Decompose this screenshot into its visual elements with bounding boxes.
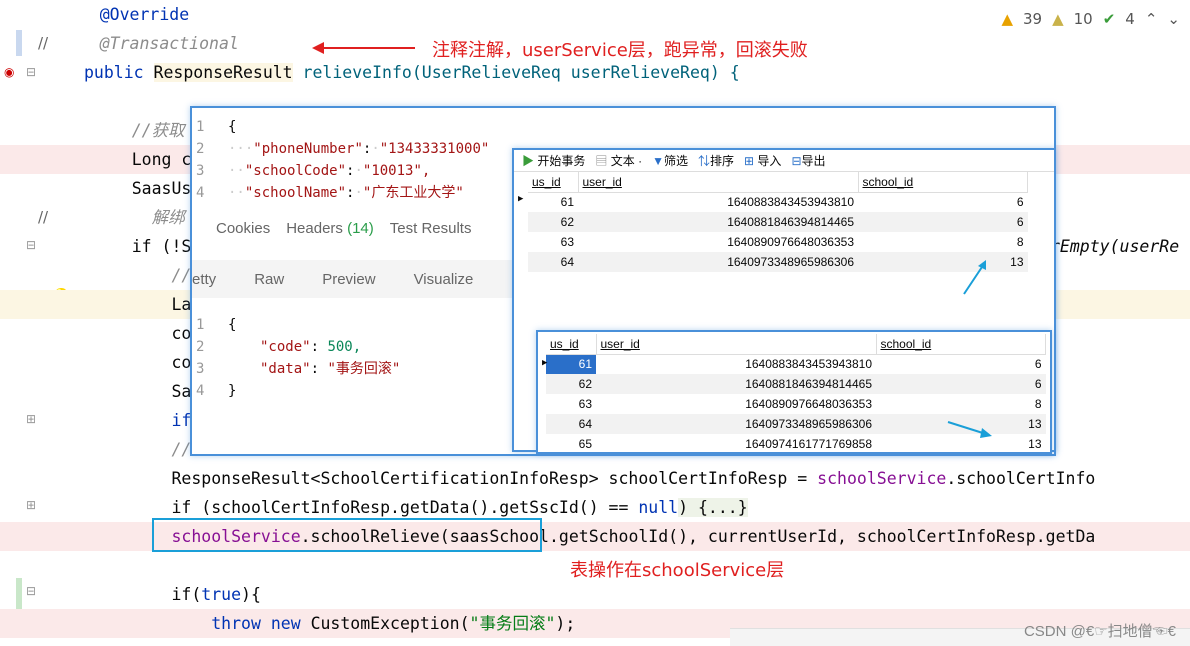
tab-visualize[interactable]: Visualize (414, 271, 474, 288)
annotation-top: 注释注解，userService层，跑异常，回滚失败 (432, 40, 808, 61)
blue-arrow-icon (947, 421, 992, 438)
row-pointer-icon: ▶ (542, 358, 548, 368)
column-header[interactable]: user_id (578, 172, 859, 193)
tab-preview[interactable]: Preview (322, 271, 375, 288)
code-fragment: rEmpty(userRe (1050, 237, 1180, 256)
tab-test-results[interactable]: Test Results (390, 220, 472, 237)
tab-cookies[interactable]: Cookies (216, 220, 270, 237)
column-header[interactable]: us_id (528, 172, 579, 193)
table-row[interactable]: 61 1640883843453943810 6 (546, 354, 1046, 374)
error-icon: ▲ (1001, 10, 1013, 28)
code-line: if(true){ (92, 585, 261, 604)
db-table-bottom: us_id user_id school_id 61 1640883843453943… (536, 330, 1052, 454)
table-row[interactable]: 61 1640883843453943810 6 (528, 192, 1028, 212)
table-row[interactable]: 62 1640881846394814465 6 (546, 374, 1046, 394)
line-comment-mark: // (38, 34, 49, 52)
error-count: 39 (1022, 10, 1043, 28)
ok-count: 4 (1125, 10, 1135, 28)
fold-icon[interactable]: ⊞ (26, 412, 36, 426)
sort-button[interactable]: ⇅排序 (698, 152, 734, 169)
highlight-box (152, 518, 542, 552)
row-pointer-icon: ▶ (518, 194, 524, 204)
red-arrow-icon (312, 42, 415, 54)
filter-button[interactable]: ▼筛选 (652, 152, 688, 169)
warning-icon: ▲ (1052, 10, 1064, 28)
request-body: 1{ 2 ···"phoneNumber":·"13433331000" 3 ··"… (192, 108, 512, 208)
column-header[interactable]: us_id (546, 334, 597, 355)
text-button[interactable]: ▤ 文本 · (595, 152, 642, 169)
response-tabs: Cookies Headers (14) Test Results (216, 220, 471, 237)
warning-count: 10 (1073, 10, 1093, 28)
line-comment-mark: // (38, 208, 49, 226)
chevron-down-icon[interactable]: ⌄ (1167, 10, 1180, 28)
db-toolbar: ▶ 开始事务 ▤ 文本 · ▼筛选 ⇅排序 ⊞ 导入 ⊟导出 (514, 150, 1054, 172)
fold-icon[interactable]: ⊞ (26, 498, 36, 512)
fold-icon[interactable]: ⊟ (26, 238, 36, 252)
fold-icon[interactable]: ⊟ (26, 65, 36, 79)
override-icon[interactable]: ◉ (4, 65, 14, 79)
tab-raw[interactable]: Raw (254, 271, 284, 288)
column-header[interactable]: user_id (596, 334, 877, 355)
change-marker (16, 30, 22, 56)
blue-arrow-icon (963, 260, 986, 295)
check-icon: ✔ (1102, 10, 1116, 28)
table-row[interactable]: 63 1640890976648036353 8 (528, 232, 1028, 252)
column-header[interactable]: school_id (858, 172, 1028, 193)
begin-transaction-button[interactable]: ▶ 开始事务 (522, 152, 585, 169)
code-line: ResponseResult<SchoolCertificationInfoRe… (92, 469, 1096, 488)
column-header[interactable]: school_id (876, 334, 1046, 355)
export-button[interactable]: ⊟导出 (791, 152, 825, 169)
tab-headers[interactable]: Headers (14) (286, 220, 374, 237)
inspection-widget[interactable]: ▲ 39 ▲ 10 ✔ 4 ⌃ ⌄ (1001, 10, 1180, 28)
table-row[interactable]: 63 1640890976648036353 8 (546, 394, 1046, 414)
view-tabs: etty Raw Preview Visualize (192, 260, 512, 298)
chevron-up-icon[interactable]: ⌃ (1145, 10, 1158, 28)
table-row[interactable]: 62 1640881846394814465 6 (528, 212, 1028, 232)
tab-pretty[interactable]: etty (192, 271, 216, 288)
watermark: CSDN @€☞扫地僧☜€ (1023, 623, 1176, 640)
import-button[interactable]: ⊞ 导入 (744, 152, 781, 169)
fold-icon[interactable]: ⊟ (26, 584, 36, 598)
code-line: public ResponseResult relieveInfo(UserRe… (84, 63, 740, 82)
table-row[interactable]: 64 1640973348965986306 13 (528, 252, 1028, 272)
annotation-bottom: 表操作在schoolService层 (570, 560, 785, 581)
response-body: 1{ 2 "code": 500, 3 "data": "事务回滚" 4} (196, 317, 401, 399)
db-grid: us_id user_id school_id 61 1640883843453943… (528, 172, 1028, 272)
